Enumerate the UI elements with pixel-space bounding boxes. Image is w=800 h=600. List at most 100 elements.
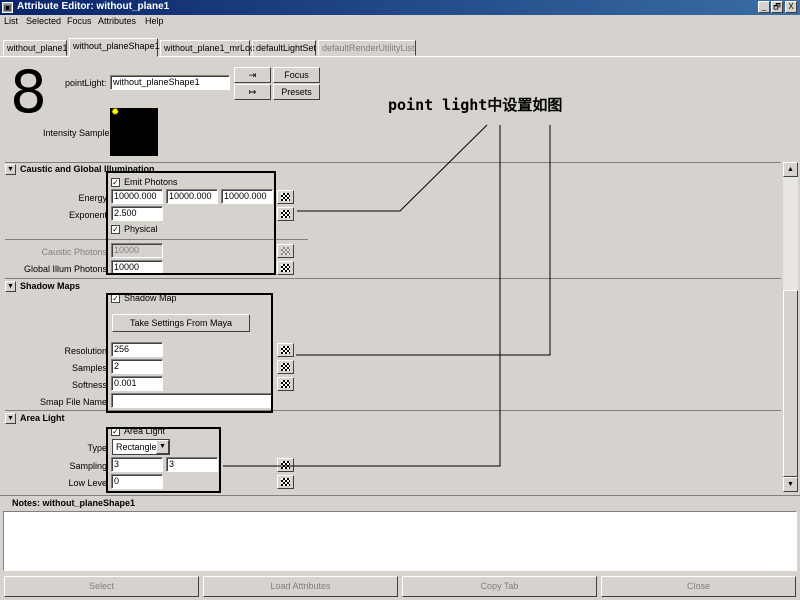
bottom-button-bar: Select Load Attributes Copy Tab Close	[0, 574, 800, 600]
focus-button[interactable]: Focus	[273, 67, 320, 83]
area-light-checkbox[interactable]: ✓ Area Light	[111, 426, 165, 437]
collapse-triangle-icon[interactable]: ▼	[5, 281, 16, 293]
output-arrow-icon: ↦	[248, 87, 257, 97]
sampling-u-field[interactable]: 3	[111, 457, 163, 472]
take-settings-button[interactable]: Take Settings From Maya	[112, 314, 250, 332]
map-texture-icon	[281, 247, 290, 255]
section-divider	[5, 162, 781, 163]
window-title: Attribute Editor: without_plane1	[17, 1, 170, 12]
scroll-down-icon[interactable]: ▼	[783, 477, 798, 492]
menu-focus[interactable]: Focus	[67, 16, 92, 26]
low-level-map-button[interactable]	[277, 475, 294, 489]
caustic-photons-map-button[interactable]	[277, 244, 294, 258]
sampling-v-field[interactable]: 3	[166, 457, 218, 472]
menu-help[interactable]: Help	[145, 16, 164, 26]
menu-attributes[interactable]: Attributes	[98, 16, 136, 26]
tab-without-plane1[interactable]: without_plane1	[3, 40, 68, 56]
global-illum-field[interactable]: 10000	[111, 260, 163, 275]
tab-defaultrenderutilitylist1[interactable]: defaultRenderUtilityList1	[318, 40, 416, 56]
checkmark-icon: ✓	[111, 427, 120, 437]
energy-r-field[interactable]: 10000.000	[111, 189, 163, 204]
smap-file-name-field[interactable]	[111, 393, 273, 408]
focus-output-icon-button[interactable]: ↦	[234, 84, 271, 100]
emit-photons-checkbox[interactable]: ✓ Emit Photons	[111, 177, 178, 188]
minimize-button[interactable]: _	[758, 1, 770, 13]
map-texture-icon	[281, 346, 290, 354]
scroll-up-icon[interactable]: ▲	[783, 162, 798, 177]
tab-bar: without_plane1 without_planeShape1 witho…	[0, 37, 800, 57]
resolution-map-button[interactable]	[277, 343, 294, 357]
node-name-field[interactable]: without_planeShape1	[110, 75, 230, 90]
type-label: Type	[87, 443, 107, 453]
section-title: Caustic and Global Illumination	[20, 164, 155, 174]
low-level-field[interactable]: 0	[111, 474, 163, 489]
section-title: Shadow Maps	[20, 281, 81, 291]
attribute-scroll-area: ▼ Caustic and Global Illumination ✓ Emit P…	[2, 162, 782, 492]
chevron-down-icon: ▼	[156, 440, 169, 454]
presets-button[interactable]: Presets	[273, 84, 320, 100]
close-button[interactable]: Close	[601, 576, 796, 597]
map-texture-icon	[281, 478, 290, 486]
checkbox-label: Shadow Map	[124, 293, 177, 303]
select-button[interactable]: Select	[4, 576, 199, 597]
softness-map-button[interactable]	[277, 377, 294, 391]
scroll-thumb[interactable]	[783, 290, 798, 477]
menu-list[interactable]: List	[4, 16, 18, 26]
copy-tab-button[interactable]: Copy Tab	[402, 576, 597, 597]
samples-label: Samples	[71, 363, 107, 373]
vertical-scrollbar[interactable]: ▲ ▼	[783, 162, 798, 492]
low-level-label: Low Leve	[68, 478, 107, 488]
energy-g-field[interactable]: 10000.000	[166, 189, 218, 204]
map-texture-icon	[281, 461, 290, 469]
notes-textarea[interactable]	[3, 511, 797, 571]
section-area-light[interactable]: ▼ Area Light	[5, 413, 65, 427]
tab-without-planeshape1[interactable]: without_planeShape1	[69, 38, 160, 57]
section-title: Area Light	[20, 413, 65, 423]
section-divider	[5, 410, 781, 411]
section-shadow-maps[interactable]: ▼ Shadow Maps	[5, 281, 80, 295]
node-type-label: pointLight:	[65, 78, 107, 88]
map-texture-icon	[281, 210, 290, 218]
smap-file-name-label: Smap File Name	[39, 397, 107, 407]
app-icon: ▣	[2, 2, 13, 13]
global-illum-label: Global Illum Photons	[23, 264, 107, 274]
softness-label: Softness	[71, 380, 107, 390]
resolution-label: Resolution	[64, 346, 107, 356]
sub-divider	[5, 239, 308, 240]
samples-map-button[interactable]	[277, 360, 294, 374]
resolution-field[interactable]: 256	[111, 342, 163, 357]
samples-field[interactable]: 2	[111, 359, 163, 374]
map-texture-icon	[281, 380, 290, 388]
shadow-map-checkbox[interactable]: ✓ Shadow Map	[111, 293, 177, 304]
focus-input-icon-button[interactable]: ⇥	[234, 67, 271, 83]
global-illum-map-button[interactable]	[277, 261, 294, 275]
energy-label: Energy	[78, 193, 107, 203]
collapse-triangle-icon[interactable]: ▼	[5, 413, 16, 425]
energy-b-field[interactable]: 10000.000	[221, 189, 273, 204]
exponent-map-button[interactable]	[277, 207, 294, 221]
section-caustic-gi[interactable]: ▼ Caustic and Global Illumination	[5, 164, 155, 178]
sampling-map-button[interactable]	[277, 458, 294, 472]
exponent-label: Exponent	[68, 210, 107, 220]
notes-title: Notes: without_planeShape1	[12, 498, 136, 508]
load-attributes-button[interactable]: Load Attributes	[203, 576, 398, 597]
tab-without-plane1-mrloc[interactable]: without_plane1_mrLoc	[160, 40, 255, 56]
tab-defaultlightset[interactable]: defaultLightSet	[252, 40, 316, 56]
light-type-number: 8	[10, 58, 47, 126]
caustic-photons-label: Caustic Photons	[41, 247, 107, 257]
menu-bar: List Selected Focus Attributes Help	[0, 15, 800, 29]
menu-selected[interactable]: Selected	[26, 16, 61, 26]
intensity-sample-swatch: ✹	[110, 107, 158, 156]
input-arrow-icon: ⇥	[248, 70, 257, 80]
exponent-field[interactable]: 2.500	[111, 206, 163, 221]
checkmark-icon: ✓	[111, 178, 120, 188]
restore-button[interactable]: 🗗	[771, 1, 783, 13]
collapse-triangle-icon[interactable]: ▼	[5, 164, 16, 176]
area-type-dropdown[interactable]: Rectangle ▼	[112, 439, 170, 455]
physical-checkbox[interactable]: ✓ Physical	[111, 224, 158, 235]
softness-field[interactable]: 0.001	[111, 376, 163, 391]
caustic-photons-field[interactable]: 10000	[111, 243, 163, 258]
checkmark-icon: ✓	[111, 294, 120, 304]
energy-map-button[interactable]	[277, 190, 294, 204]
close-window-button[interactable]: X	[785, 1, 797, 13]
